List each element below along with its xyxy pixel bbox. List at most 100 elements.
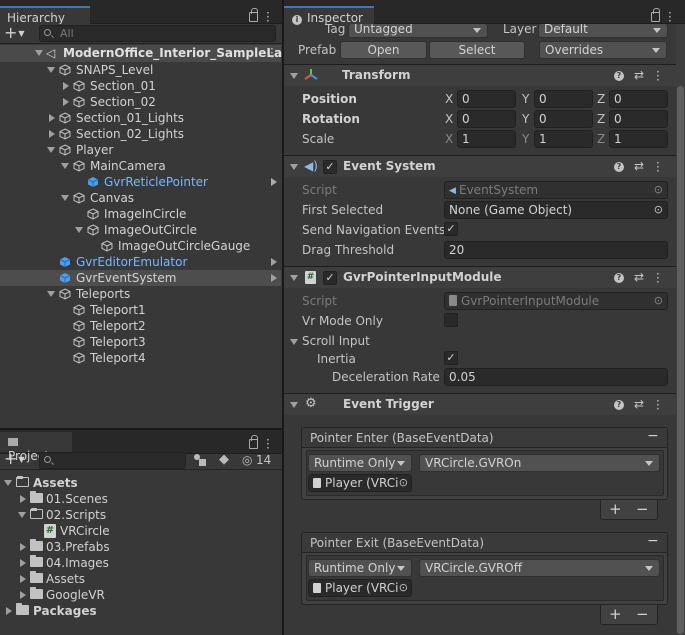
tree-item[interactable]: Section_01 bbox=[0, 78, 281, 94]
rotation-z-label[interactable]: Z bbox=[597, 112, 605, 126]
event-trigger-header[interactable]: ⚙ Event Trigger ? ⇄ · · · bbox=[284, 393, 676, 415]
position-z-label[interactable]: Z bbox=[597, 92, 605, 106]
inertia-checkbox[interactable]: ✓ bbox=[444, 351, 458, 365]
lock-icon[interactable] bbox=[651, 8, 660, 22]
scene-kebab-icon[interactable]: · · · bbox=[270, 43, 274, 63]
function-dropdown[interactable]: VRCircle.GVROff bbox=[419, 559, 660, 577]
scroll-input-fold-icon[interactable] bbox=[290, 339, 298, 345]
position-y-field[interactable]: 0 bbox=[534, 90, 593, 108]
tree-item[interactable]: GvrEditorEmulator bbox=[0, 254, 281, 270]
project-tree-item[interactable]: 02.Scripts bbox=[0, 507, 281, 523]
expand-arrow-icon[interactable] bbox=[61, 195, 69, 201]
add-listener-button[interactable]: + bbox=[609, 605, 622, 623]
rotation-x-label[interactable]: X bbox=[445, 112, 453, 126]
position-x-label[interactable]: X bbox=[445, 92, 453, 106]
collapsed-arrow-icon[interactable] bbox=[20, 591, 26, 599]
hidden-packages-toggle[interactable]: ◎ 14 bbox=[242, 451, 278, 469]
tag-dropdown[interactable]: Untagged bbox=[348, 24, 488, 38]
kebab-menu-icon[interactable]: · · · bbox=[266, 7, 270, 27]
event-system-enabled-checkbox[interactable]: ✓ bbox=[323, 160, 337, 174]
component-kebab-icon[interactable]: · · · bbox=[656, 66, 660, 86]
fold-arrow-icon[interactable] bbox=[290, 73, 298, 79]
object-picker-icon[interactable]: ⊙ bbox=[654, 182, 663, 198]
add-button[interactable]: +▼ bbox=[4, 451, 30, 468]
layer-dropdown[interactable]: Default bbox=[538, 24, 668, 38]
collapsed-arrow-icon[interactable] bbox=[63, 82, 69, 90]
project-search-input[interactable] bbox=[39, 452, 186, 469]
help-icon[interactable]: ? bbox=[614, 71, 624, 81]
scale-x-label[interactable]: X bbox=[445, 132, 453, 146]
object-picker-icon[interactable]: ⊙ bbox=[654, 293, 663, 309]
lock-icon[interactable] bbox=[249, 8, 258, 22]
tree-item[interactable]: MainCamera bbox=[0, 158, 281, 174]
help-icon[interactable]: ? bbox=[614, 162, 624, 172]
tree-item[interactable]: Section_02 bbox=[0, 94, 281, 110]
expand-arrow-icon[interactable] bbox=[47, 147, 55, 153]
scale-z-label[interactable]: Z bbox=[597, 132, 605, 146]
expand-arrow-icon[interactable] bbox=[75, 227, 83, 233]
vr-mode-checkbox[interactable] bbox=[444, 313, 458, 327]
collapsed-arrow-icon[interactable] bbox=[49, 130, 55, 138]
project-tree-item[interactable]: 03.Prefabs bbox=[0, 539, 281, 555]
project-tree-item[interactable]: # VRCircle bbox=[0, 523, 281, 539]
scrollbar[interactable] bbox=[676, 24, 685, 635]
tree-item[interactable]: GvrReticlePointer bbox=[0, 174, 281, 190]
collapsed-arrow-icon[interactable] bbox=[20, 575, 26, 583]
add-button[interactable]: +▼ bbox=[4, 25, 30, 42]
remove-listener-button[interactable]: − bbox=[636, 500, 649, 518]
send-nav-checkbox[interactable]: ✓ bbox=[444, 222, 458, 236]
rotation-y-label[interactable]: Y bbox=[522, 112, 529, 126]
lock-icon[interactable] bbox=[249, 435, 258, 449]
rotation-z-field[interactable]: 0 bbox=[609, 110, 668, 128]
project-tree-item[interactable]: Assets bbox=[0, 571, 281, 587]
help-icon[interactable]: ? bbox=[614, 273, 624, 283]
tree-item[interactable]: Section_01_Lights bbox=[0, 110, 281, 126]
function-dropdown[interactable]: VRCircle.GVROn bbox=[419, 454, 660, 472]
drag-threshold-field[interactable]: 20 bbox=[444, 241, 668, 259]
target-object-field[interactable]: Player (VRCi ⊙ bbox=[308, 579, 412, 597]
presets-icon[interactable]: ⇄ bbox=[634, 271, 644, 283]
scroll-input-label[interactable]: Scroll Input bbox=[302, 334, 370, 348]
tree-item[interactable]: Teleport2 bbox=[0, 318, 281, 334]
target-object-field[interactable]: Player (VRCi ⊙ bbox=[308, 474, 412, 492]
open-prefab-arrow-icon[interactable] bbox=[271, 274, 277, 282]
expand-arrow-icon[interactable] bbox=[4, 480, 12, 486]
collapsed-arrow-icon[interactable] bbox=[49, 114, 55, 122]
collapsed-arrow-icon[interactable] bbox=[20, 495, 26, 503]
expand-arrow-icon[interactable] bbox=[35, 50, 43, 56]
scale-x-field[interactable]: 1 bbox=[457, 130, 516, 148]
project-tree-item[interactable]: GoogleVR bbox=[0, 587, 281, 603]
object-picker-icon[interactable]: ⊙ bbox=[654, 202, 663, 218]
open-prefab-button[interactable]: Open bbox=[340, 41, 427, 59]
tree-item[interactable]: SNAPS_Level bbox=[0, 62, 281, 78]
position-z-field[interactable]: 0 bbox=[609, 90, 668, 108]
runtime-dropdown[interactable]: Runtime Only bbox=[308, 559, 412, 577]
object-picker-icon[interactable]: ⊙ bbox=[397, 475, 408, 491]
tree-item[interactable]: ImageOutCircle bbox=[0, 222, 281, 238]
overrides-dropdown[interactable]: Overrides bbox=[539, 41, 667, 59]
runtime-dropdown[interactable]: Runtime Only bbox=[308, 454, 412, 472]
open-prefab-arrow-icon[interactable] bbox=[271, 258, 277, 266]
fold-arrow-icon[interactable] bbox=[290, 402, 298, 408]
search-by-type-icon[interactable] bbox=[193, 453, 207, 467]
rotation-x-field[interactable]: 0 bbox=[457, 110, 516, 128]
project-tree-item[interactable]: Assets bbox=[0, 475, 281, 491]
tree-item[interactable]: Teleport1 bbox=[0, 302, 281, 318]
collapsed-arrow-icon[interactable] bbox=[63, 98, 69, 106]
tree-item[interactable]: Canvas bbox=[0, 190, 281, 206]
expand-arrow-icon[interactable] bbox=[47, 67, 55, 73]
tree-item[interactable]: ImageInCircle bbox=[0, 206, 281, 222]
kebab-menu-icon[interactable]: · · · bbox=[668, 7, 672, 27]
project-tree-item[interactable]: Packages bbox=[0, 603, 281, 619]
remove-listener-button[interactable]: − bbox=[636, 605, 649, 623]
select-prefab-button[interactable]: Select bbox=[429, 41, 525, 59]
tree-item[interactable]: Teleport3 bbox=[0, 334, 281, 350]
rotation-y-field[interactable]: 0 bbox=[534, 110, 593, 128]
presets-icon[interactable]: ⇄ bbox=[634, 160, 644, 172]
expand-arrow-icon[interactable] bbox=[61, 163, 69, 169]
search-by-label-icon[interactable]: ◆ bbox=[219, 453, 233, 467]
gvr-module-enabled-checkbox[interactable]: ✓ bbox=[323, 271, 337, 285]
presets-icon[interactable]: ⇄ bbox=[634, 398, 644, 410]
component-kebab-icon[interactable]: · · · bbox=[656, 157, 660, 177]
remove-event-button[interactable]: − bbox=[647, 533, 661, 551]
